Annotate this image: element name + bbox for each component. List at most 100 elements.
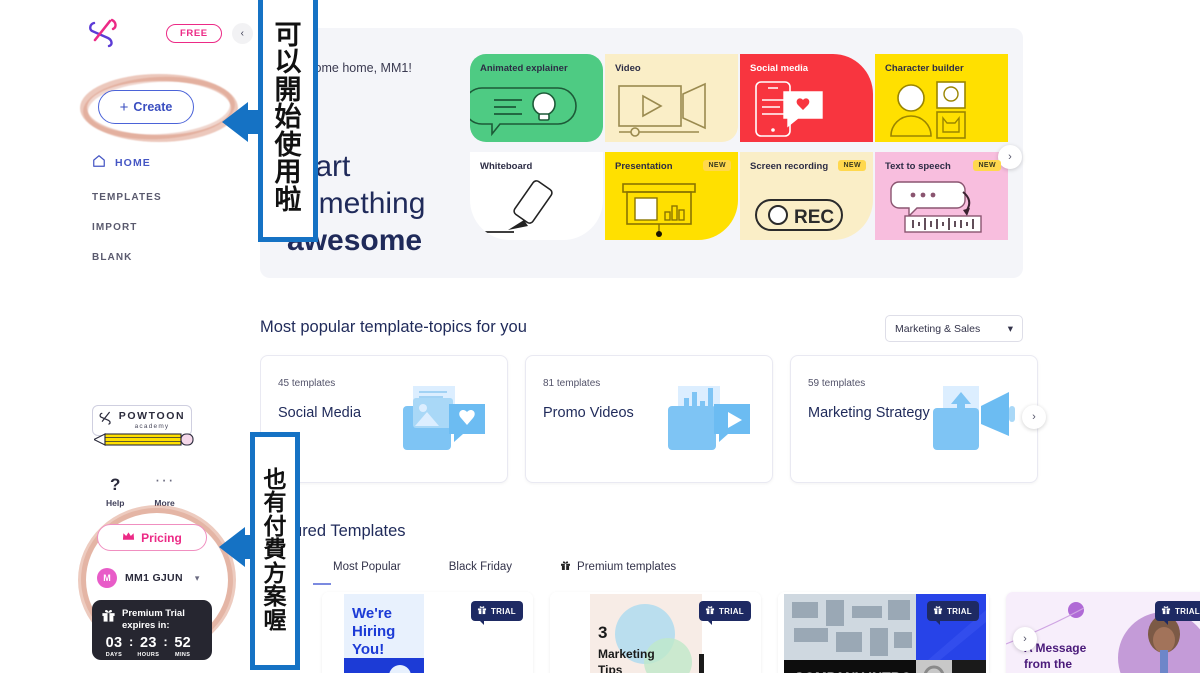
create-card-presentation[interactable]: Presentation NEW bbox=[605, 152, 738, 240]
trial-badge: TRIAL bbox=[1154, 601, 1200, 625]
annotation-char: 也 bbox=[263, 466, 287, 493]
sidebar-item-blank[interactable]: BLANK bbox=[92, 252, 260, 263]
trial-badge: TRIAL bbox=[470, 601, 523, 625]
annotation-char: 以 bbox=[274, 47, 302, 79]
create-button-label: Create bbox=[133, 100, 173, 114]
user-menu[interactable]: M MM1 GJUN ▾ bbox=[97, 568, 199, 588]
new-badge: NEW bbox=[973, 160, 1001, 171]
powtoon-logo-small-icon bbox=[99, 411, 115, 430]
tab-black-friday[interactable]: Black Friday bbox=[449, 561, 512, 573]
sidebar-item-home[interactable]: HOME bbox=[92, 154, 260, 171]
countdown-hours: 23 HOURS bbox=[135, 636, 161, 659]
academy-text: POWTOON academy bbox=[119, 411, 185, 430]
presentation-board-icon bbox=[622, 183, 696, 237]
create-card-label: Video bbox=[615, 63, 641, 74]
new-badge: NEW bbox=[703, 160, 731, 171]
create-card-text-to-speech[interactable]: Text to speech NEW bbox=[875, 152, 1008, 240]
hero-carousel-next-button[interactable]: › bbox=[998, 145, 1022, 169]
create-card-character-builder[interactable]: Character builder bbox=[875, 54, 1008, 142]
topics-filter-dropdown[interactable]: Marketing & Sales ▾ bbox=[885, 315, 1023, 342]
powtoon-logo-icon[interactable] bbox=[88, 18, 122, 48]
trial-badge-label: TRIAL bbox=[946, 606, 972, 616]
crown-icon bbox=[122, 531, 135, 545]
trial-badge: TRIAL bbox=[926, 601, 979, 625]
countdown: 03 DAYS : 23 HOURS : 52 MINS bbox=[101, 634, 203, 658]
svg-text:Tips: Tips bbox=[598, 663, 623, 673]
countdown-sep-2: : bbox=[163, 634, 168, 649]
create-card-label: Whiteboard bbox=[480, 161, 533, 172]
tab-black-friday-label: Black Friday bbox=[448, 561, 513, 573]
featured-tabs: Most Popular Black Friday Premium templa… bbox=[333, 560, 676, 574]
svg-text:Marketing: Marketing bbox=[598, 647, 655, 661]
more-button[interactable]: ··· More bbox=[154, 471, 174, 508]
gift-icon bbox=[560, 560, 571, 574]
countdown-mins: 52 MINS bbox=[170, 635, 196, 659]
help-label: Help bbox=[106, 498, 125, 508]
pricing-button[interactable]: Pricing bbox=[97, 524, 207, 551]
topics-carousel-next-button[interactable]: › bbox=[1022, 405, 1046, 429]
powtoon-academy-card[interactable]: POWTOON academy bbox=[92, 405, 200, 453]
academy-name: POWTOON bbox=[118, 410, 186, 422]
pricing-label: Pricing bbox=[141, 530, 182, 545]
tab-premium-templates-label: Premium templates bbox=[577, 561, 677, 573]
create-card-animated-explainer[interactable]: Animated explainer bbox=[470, 54, 603, 142]
chevron-left-icon[interactable]: ‹ bbox=[231, 22, 253, 44]
annotation-char: 啦 bbox=[274, 184, 302, 216]
annotation-char: 始 bbox=[274, 102, 302, 134]
topics-filter-value: Marketing & Sales bbox=[895, 322, 981, 335]
countdown-hours-label: HOURS bbox=[137, 652, 160, 658]
annotation-char: 可 bbox=[274, 19, 302, 51]
svg-text:You!: You! bbox=[352, 641, 384, 658]
plan-badge: FREE bbox=[166, 23, 222, 43]
sidebar-nav: HOME TEMPLATES IMPORT BLANK bbox=[80, 154, 260, 263]
chart-play-folder-icon bbox=[668, 386, 750, 450]
create-card-label: Animated explainer bbox=[480, 63, 568, 74]
featured-card-company-intro[interactable]: COMPANY INTRO bbox=[778, 592, 989, 673]
annotation-char: 方 bbox=[263, 560, 287, 587]
question-mark-icon: ? bbox=[110, 475, 121, 494]
svg-text:3: 3 bbox=[598, 623, 607, 642]
annotation-char: 付 bbox=[263, 513, 287, 540]
tab-premium-templates[interactable]: Premium templates bbox=[560, 560, 676, 574]
main-content: Welcome home, MM1! Start something aweso… bbox=[260, 0, 1200, 673]
svg-text:from the: from the bbox=[1024, 657, 1072, 671]
tab-active-underline bbox=[313, 583, 331, 585]
create-button[interactable]: + Create bbox=[98, 90, 194, 124]
trial-badge-label: TRIAL bbox=[718, 606, 744, 616]
countdown-mins-label: MINS bbox=[175, 652, 191, 658]
tab-most-popular[interactable]: Most Popular bbox=[333, 561, 401, 573]
countdown-mins-value: 52 bbox=[174, 635, 192, 651]
create-card-social-media[interactable]: Social media bbox=[740, 54, 873, 142]
speech-bubble-lightbulb-icon bbox=[470, 87, 577, 137]
trial-badge-label: TRIAL bbox=[490, 606, 516, 616]
featured-card-hiring[interactable]: We're Hiring You! TRIAL bbox=[322, 592, 533, 673]
gift-icon bbox=[477, 605, 487, 617]
annotation-char: 喔 bbox=[263, 607, 287, 634]
countdown-days-label: DAYS bbox=[105, 652, 123, 658]
sidebar-item-import[interactable]: IMPORT bbox=[92, 222, 260, 233]
sidebar-item-templates[interactable]: TEMPLATES bbox=[92, 192, 260, 203]
character-avatar-icon bbox=[890, 81, 966, 139]
annotation-box-pricing: 也 有 付 費 方 案 喔 bbox=[250, 432, 300, 670]
avatar: M bbox=[97, 568, 117, 588]
featured-carousel-next-button[interactable]: › bbox=[1013, 627, 1037, 651]
topics-title: Most popular template-topics for you bbox=[260, 318, 527, 336]
create-card-whiteboard[interactable]: Whiteboard bbox=[470, 152, 603, 240]
create-type-grid: Animated explainer Video Social media Ch… bbox=[470, 54, 1008, 240]
gift-icon bbox=[1161, 605, 1171, 617]
create-card-screen-recording[interactable]: Screen recording NEW REC bbox=[740, 152, 873, 240]
help-button[interactable]: ? Help bbox=[106, 475, 124, 508]
user-name: MM1 GJUN bbox=[125, 572, 183, 584]
topic-card-promo-videos[interactable]: 81 templates Promo Videos bbox=[525, 355, 773, 483]
topic-card-marketing-strategy[interactable]: 59 templates Marketing Strategy bbox=[790, 355, 1038, 483]
annotation-char: 使 bbox=[274, 129, 302, 161]
annotation-char: 案 bbox=[263, 584, 287, 611]
pencil-icon bbox=[92, 433, 194, 446]
create-card-video[interactable]: Video bbox=[605, 54, 738, 142]
trial-top: Premium Trial expires in: bbox=[101, 608, 203, 631]
trial-badge-label: TRIAL bbox=[1174, 606, 1200, 616]
featured-card-marketing-tips[interactable]: 3 Marketing Tips TRIAL bbox=[550, 592, 761, 673]
image-heart-folder-icon bbox=[403, 386, 485, 450]
video-camera-icon bbox=[618, 82, 706, 137]
topics-row: 45 templates Social Media 81 templates P… bbox=[260, 355, 1038, 483]
